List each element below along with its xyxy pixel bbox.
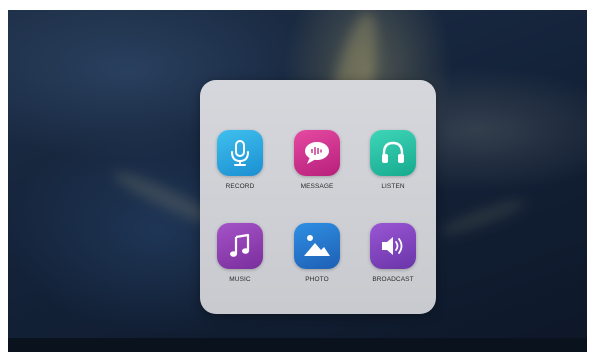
app-record-label: RECORD: [225, 183, 255, 190]
app-broadcast-tile[interactable]: [370, 223, 416, 269]
app-listen-label: LISTEN: [381, 183, 405, 190]
app-message-tile[interactable]: [294, 130, 340, 176]
app-record[interactable]: RECORD: [205, 130, 275, 196]
app-listen[interactable]: LISTEN: [358, 130, 428, 196]
image-icon: [304, 235, 330, 256]
device-screen: RECORD MESSAGE LISTEN MUSIC PHOTO BROADC…: [8, 10, 587, 352]
music-note-icon: [230, 233, 250, 257]
app-music-tile[interactable]: [217, 223, 263, 269]
app-message[interactable]: MESSAGE: [282, 130, 352, 196]
app-music[interactable]: MUSIC: [205, 223, 275, 289]
app-music-label: MUSIC: [229, 276, 251, 283]
wallpaper-light-streak: [438, 195, 528, 239]
app-photo-tile[interactable]: [294, 223, 340, 269]
microphone-icon: [231, 140, 249, 166]
app-photo[interactable]: PHOTO: [282, 223, 352, 289]
app-folder-panel: RECORD MESSAGE LISTEN MUSIC PHOTO BROADC…: [200, 80, 436, 314]
app-broadcast[interactable]: BROADCAST: [358, 223, 428, 289]
bottom-bar: [8, 338, 587, 352]
app-message-label: MESSAGE: [300, 183, 334, 190]
app-listen-tile[interactable]: [370, 130, 416, 176]
app-broadcast-label: BROADCAST: [372, 276, 414, 283]
speaker-icon: [382, 237, 403, 255]
chat-bubble-icon: [305, 142, 329, 164]
headphones-icon: [382, 141, 404, 163]
app-record-tile[interactable]: [217, 130, 263, 176]
app-photo-label: PHOTO: [305, 276, 329, 283]
